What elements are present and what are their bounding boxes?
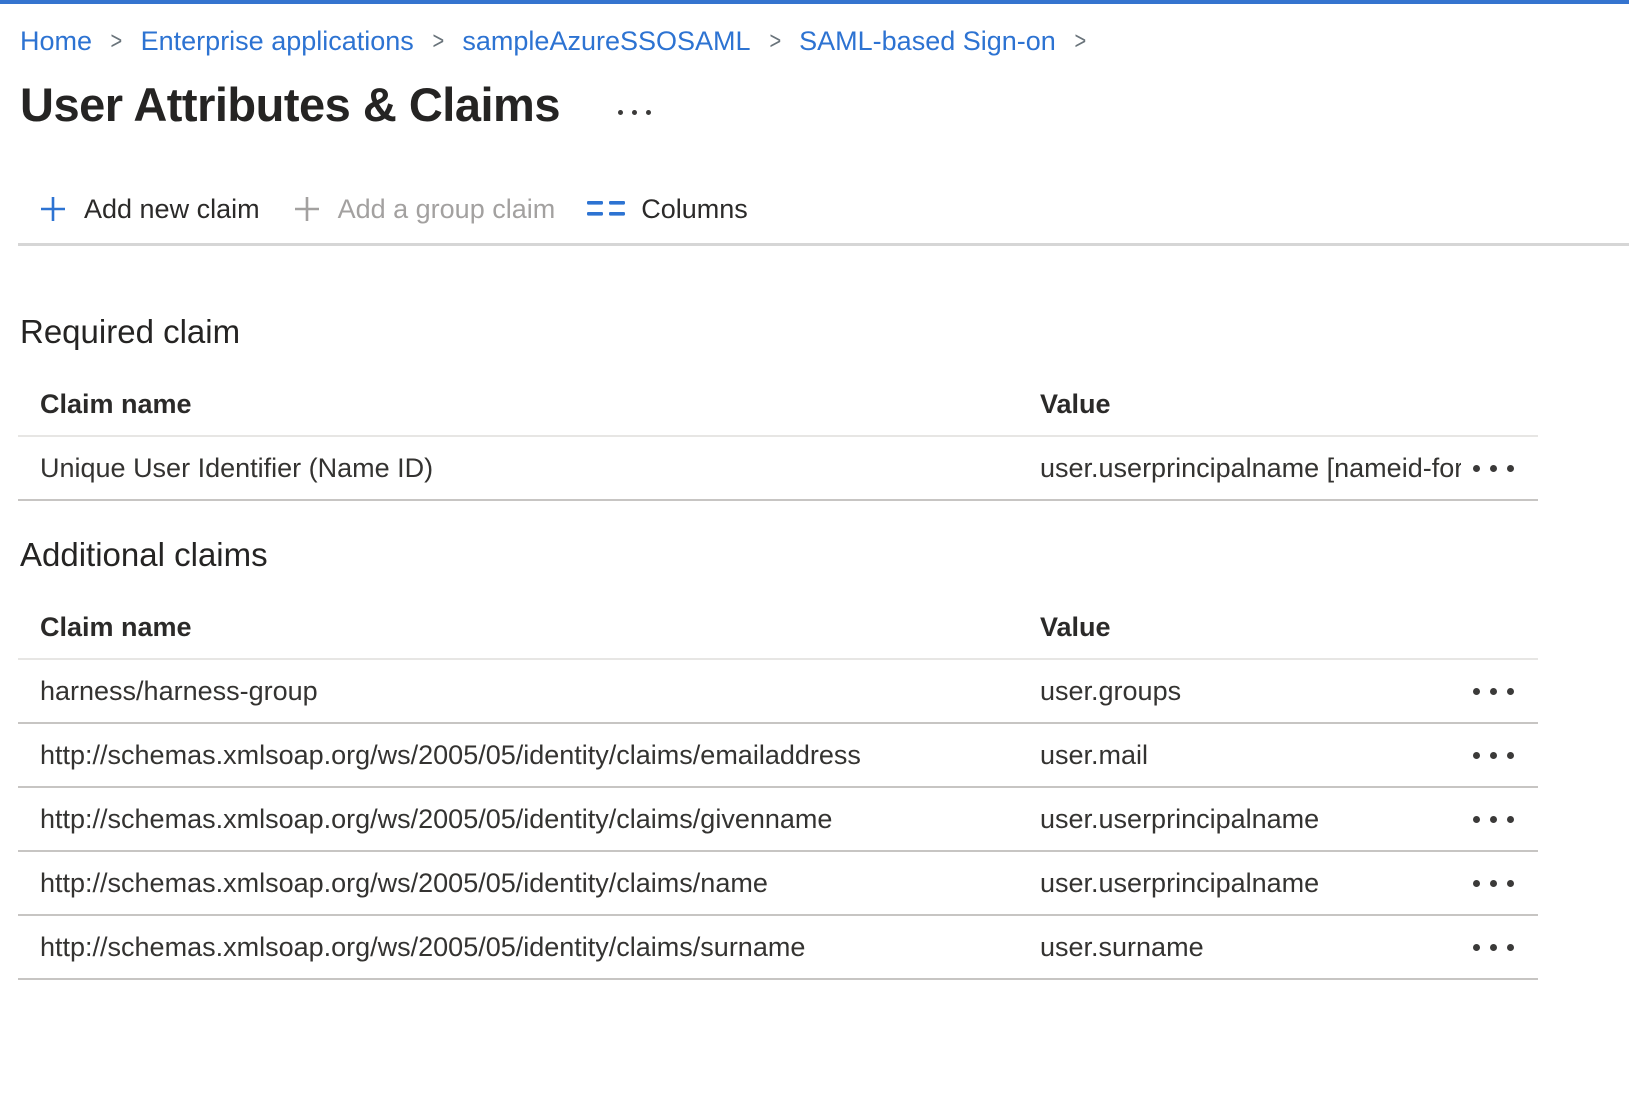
chevron-right-icon: > [769, 24, 781, 58]
ellipsis-icon [1473, 816, 1480, 823]
ellipsis-icon [1473, 688, 1480, 695]
add-new-claim-label: Add new claim [84, 194, 260, 225]
claim-value-cell: user.surname [1040, 932, 1461, 963]
chevron-right-icon: > [110, 24, 122, 58]
ellipsis-icon [1507, 944, 1514, 951]
toolbar-divider [18, 243, 1629, 246]
ellipsis-icon [1490, 816, 1497, 823]
additional-claims-section: Additional claims Claim name Value harne… [0, 533, 1629, 980]
ellipsis-icon [1507, 688, 1514, 695]
command-bar: Add new claim Add a group claim Columns [0, 184, 1629, 234]
claim-name-cell: Unique User Identifier (Name ID) [40, 453, 1040, 484]
ellipsis-icon [1507, 752, 1514, 759]
row-more-button[interactable] [1461, 676, 1538, 707]
column-header-claim-name: Claim name [40, 388, 1040, 420]
column-header-value: Value [1040, 388, 1538, 420]
claim-value-cell: user.userprincipalname [1040, 868, 1461, 899]
row-more-button[interactable] [1461, 740, 1538, 771]
row-more-button[interactable] [1461, 868, 1538, 899]
ellipsis-icon [1473, 944, 1480, 951]
ellipsis-icon [1490, 752, 1497, 759]
column-header-claim-name: Claim name [40, 611, 1040, 643]
ellipsis-icon [646, 110, 651, 115]
breadcrumb-link-app[interactable]: sampleAzureSSOSAML [462, 24, 750, 58]
row-more-button[interactable] [1461, 804, 1538, 835]
ellipsis-icon [1490, 880, 1497, 887]
page-more-menu-button[interactable] [612, 104, 657, 121]
chevron-right-icon: > [1074, 24, 1086, 58]
breadcrumb-link-enterprise-applications[interactable]: Enterprise applications [141, 24, 414, 58]
columns-button[interactable]: Columns [587, 194, 748, 225]
plus-icon [38, 194, 68, 224]
breadcrumb-link-saml-sign-on[interactable]: SAML-based Sign-on [799, 24, 1056, 58]
table-header-row: Claim name Value [18, 577, 1538, 660]
table-row[interactable]: Unique User Identifier (Name ID) user.us… [18, 437, 1538, 501]
plus-icon [292, 194, 322, 224]
ellipsis-icon [1473, 880, 1480, 887]
ellipsis-icon [1490, 465, 1497, 472]
ellipsis-icon [1507, 465, 1514, 472]
ellipsis-icon [618, 110, 623, 115]
claim-name-cell: http://schemas.xmlsoap.org/ws/2005/05/id… [40, 804, 1040, 835]
ellipsis-icon [1490, 688, 1497, 695]
required-claim-table: Claim name Value Unique User Identifier … [18, 354, 1538, 501]
required-claim-section: Required claim Claim name Value Unique U… [0, 310, 1629, 501]
claim-name-cell: harness/harness-group [40, 676, 1040, 707]
required-claim-heading: Required claim [0, 310, 1629, 354]
breadcrumb: Home > Enterprise applications > sampleA… [0, 4, 1629, 58]
ellipsis-icon [1507, 880, 1514, 887]
claim-name-cell: http://schemas.xmlsoap.org/ws/2005/05/id… [40, 740, 1040, 771]
ellipsis-icon [1473, 465, 1480, 472]
claim-value-cell: user.mail [1040, 740, 1461, 771]
page-title: User Attributes & Claims [20, 76, 560, 134]
claim-value-cell: user.userprincipalname [nameid-for... [1040, 453, 1461, 484]
chevron-right-icon: > [432, 24, 444, 58]
claim-name-cell: http://schemas.xmlsoap.org/ws/2005/05/id… [40, 932, 1040, 963]
breadcrumb-link-home[interactable]: Home [20, 24, 92, 58]
claim-name-cell: http://schemas.xmlsoap.org/ws/2005/05/id… [40, 868, 1040, 899]
table-row[interactable]: http://schemas.xmlsoap.org/ws/2005/05/id… [18, 852, 1538, 916]
claim-value-cell: user.userprincipalname [1040, 804, 1461, 835]
add-new-claim-button[interactable]: Add new claim [38, 194, 260, 225]
table-row[interactable]: harness/harness-group user.groups [18, 660, 1538, 724]
ellipsis-icon [1490, 944, 1497, 951]
ellipsis-icon [1473, 752, 1480, 759]
add-group-claim-button[interactable]: Add a group claim [292, 194, 556, 225]
row-more-button[interactable] [1461, 453, 1538, 484]
columns-label: Columns [641, 194, 748, 225]
ellipsis-icon [632, 110, 637, 115]
row-more-button[interactable] [1461, 932, 1538, 963]
ellipsis-icon [1507, 816, 1514, 823]
claim-value-cell: user.groups [1040, 676, 1461, 707]
column-header-value: Value [1040, 611, 1538, 643]
add-group-claim-label: Add a group claim [338, 194, 556, 225]
table-row[interactable]: http://schemas.xmlsoap.org/ws/2005/05/id… [18, 724, 1538, 788]
additional-claims-table: Claim name Value harness/harness-group u… [18, 577, 1538, 980]
page-header: User Attributes & Claims [0, 76, 1629, 134]
additional-claims-heading: Additional claims [0, 533, 1629, 577]
table-header-row: Claim name Value [18, 354, 1538, 437]
table-row[interactable]: http://schemas.xmlsoap.org/ws/2005/05/id… [18, 788, 1538, 852]
columns-icon [587, 197, 625, 221]
table-row[interactable]: http://schemas.xmlsoap.org/ws/2005/05/id… [18, 916, 1538, 980]
